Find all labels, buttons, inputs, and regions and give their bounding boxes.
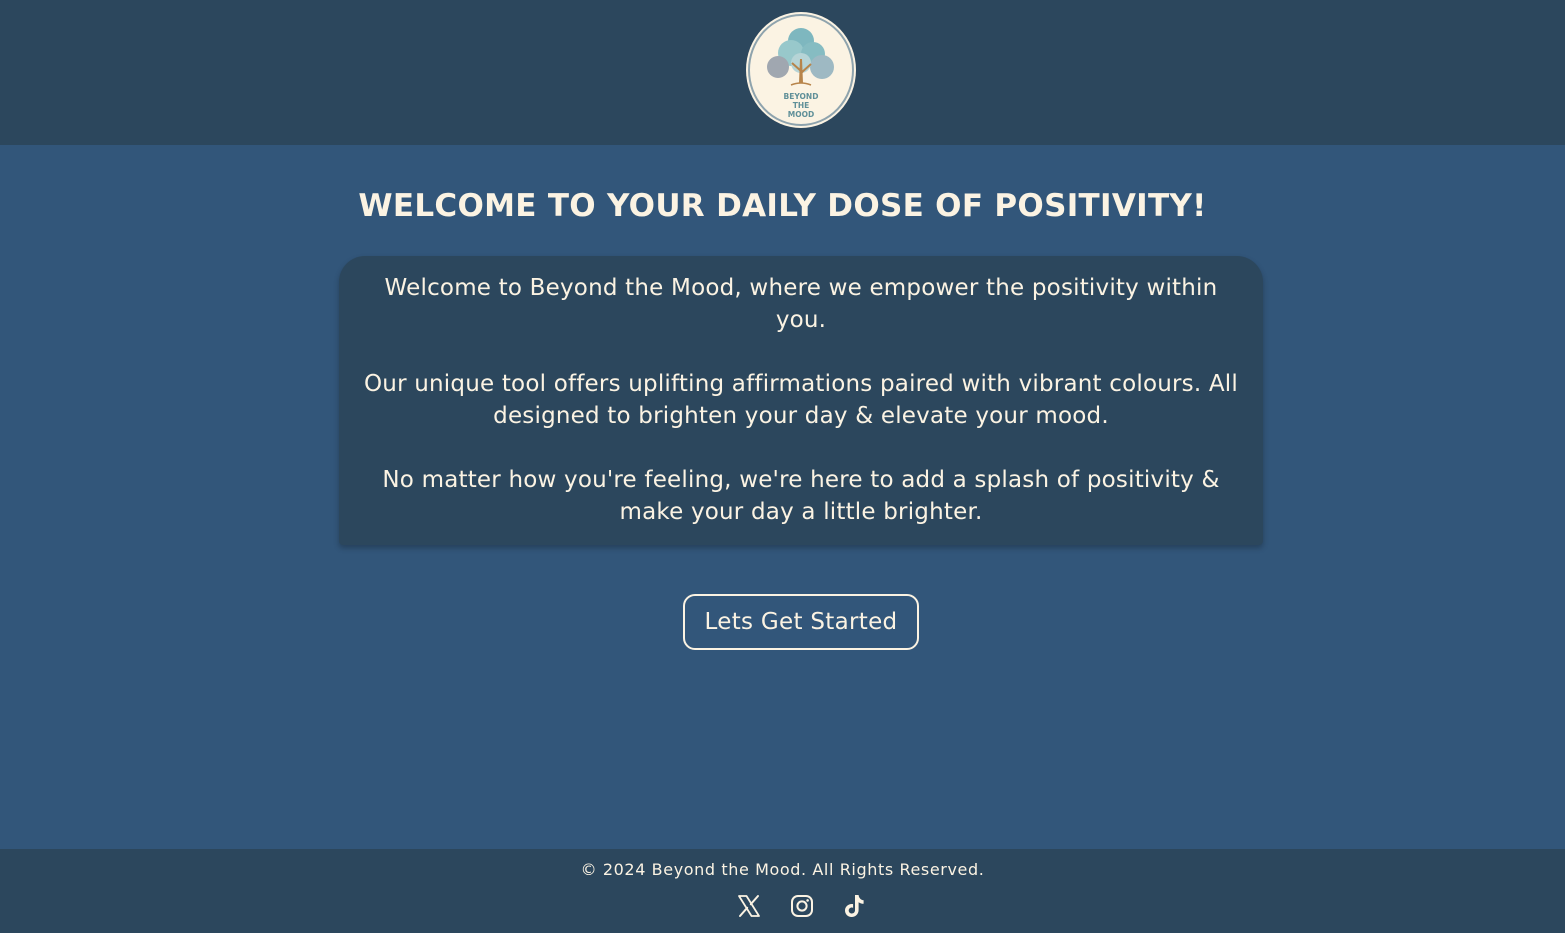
get-started-button[interactable]: Lets Get Started — [683, 594, 919, 650]
tree-logo-icon: BEYOND THE MOOD — [746, 12, 856, 128]
intro-paragraph: Our unique tool offers uplifting affirma… — [364, 371, 1238, 429]
tiktok-icon[interactable] — [840, 892, 868, 920]
x-icon[interactable] — [735, 892, 763, 920]
logo-text-line-3: MOOD — [788, 110, 814, 119]
instagram-icon[interactable] — [788, 892, 816, 920]
site-header: BEYOND THE MOOD — [0, 0, 1565, 145]
intro-paragraph: Welcome to Beyond the Mood, where we emp… — [384, 275, 1218, 333]
intro-paragraph: No matter how you're feeling, we're here… — [382, 467, 1220, 525]
brand-logo[interactable]: BEYOND THE MOOD — [745, 11, 857, 129]
logo-text-line-1: BEYOND — [784, 92, 819, 101]
intro-card: Welcome to Beyond the Mood, where we emp… — [339, 256, 1263, 545]
logo-text-line-2: THE — [793, 101, 810, 110]
page-title: WELCOME TO YOUR DAILY DOSE OF POSITIVITY… — [358, 188, 1207, 224]
copyright-text: © 2024 Beyond the Mood. All Rights Reser… — [580, 860, 985, 879]
